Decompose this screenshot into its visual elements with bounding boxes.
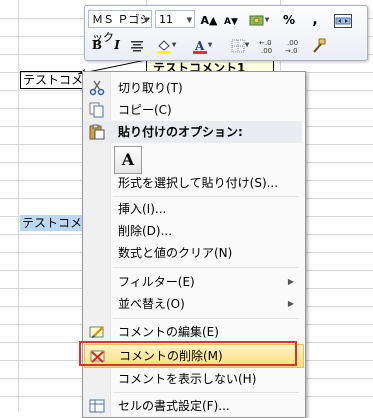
comma-style-button[interactable]: , — [305, 10, 325, 30]
menu-item-edit-comment[interactable]: コメントの編集(E) — [84, 321, 302, 343]
menu-item-format-cells[interactable]: セルの書式設定(F)... — [84, 395, 302, 417]
menu-item-label: コピー(C) — [118, 103, 172, 117]
menu-item-label: セルの書式設定(F)... — [118, 399, 230, 413]
menu-item-label: 挿入(I)... — [118, 202, 167, 216]
scissors-icon — [89, 80, 105, 96]
bold-icon: B — [91, 38, 103, 52]
currency-format-icon — [249, 15, 264, 25]
mini-toolbar: ＭＳ Ｐゴシック ▼ 11 ▼ A▲ A▼ ▼ % , B I ▼ A ▼ ▼ … — [84, 5, 368, 61]
menu-separator — [113, 196, 299, 197]
menu-item-filter[interactable]: フィルター(E) ▶ — [84, 271, 302, 293]
svg-text:.00: .00 — [261, 47, 272, 54]
chevron-down-icon: ▼ — [207, 41, 213, 49]
chevron-down-icon: ▼ — [143, 16, 149, 24]
menu-separator — [113, 267, 299, 268]
cell-comment-2[interactable]: テストコメント2 — [20, 215, 82, 231]
submenu-arrow-icon: ▶ — [287, 277, 294, 286]
paste-option-keep-text[interactable]: A — [114, 146, 142, 174]
paste-icon — [89, 124, 105, 140]
grow-font-button[interactable]: A▲ — [199, 10, 219, 30]
svg-text:.00: .00 — [287, 39, 298, 47]
svg-text:→.0: →.0 — [285, 47, 298, 54]
menu-separator — [113, 392, 299, 393]
menu-item-label: コメントの編集(E) — [118, 325, 219, 339]
menu-item-sort[interactable]: 並べ替え(O) ▶ — [84, 293, 302, 315]
font-size-select[interactable]: 11 ▼ — [155, 10, 195, 28]
font-color-icon: A — [192, 39, 207, 54]
menu-item-copy[interactable]: コピー(C) — [84, 99, 302, 121]
currency-format-button[interactable]: ▼ — [245, 10, 273, 30]
format-cells-icon — [89, 399, 105, 413]
format-painter-icon — [313, 38, 326, 53]
center-align-icon — [131, 40, 143, 51]
menu-item-label: 切り取り(T) — [118, 81, 183, 95]
borders-icon — [231, 39, 245, 52]
menu-item-clear-contents[interactable]: 数式と値のクリア(N) — [84, 242, 302, 264]
font-name-select[interactable]: ＭＳ Ｐゴシック ▼ — [88, 10, 152, 44]
menu-item-label: フィルター(E) — [118, 275, 195, 289]
menu-item-label: コメントの削除(M) — [119, 349, 223, 363]
bold-button[interactable]: B — [87, 35, 107, 55]
menu-item-hide-comment[interactable]: コメントを表示しない(H) — [84, 368, 302, 390]
shrink-font-icon: A▼ — [224, 17, 238, 27]
copy-icon — [89, 102, 104, 118]
chevron-down-icon: ▼ — [186, 16, 192, 24]
svg-text:←.0: ←.0 — [259, 39, 272, 47]
chevron-down-icon: ▼ — [244, 41, 250, 49]
svg-text:A: A — [194, 39, 205, 53]
gridline — [18, 0, 19, 411]
merge-center-button[interactable] — [333, 10, 353, 30]
menu-item-label: 形式を選択して貼り付け(S)... — [118, 176, 279, 190]
menu-separator — [113, 318, 299, 319]
center-align-button[interactable] — [127, 35, 147, 55]
percent-style-button[interactable]: % — [279, 10, 299, 30]
menu-item-label: 並べ替え(O) — [118, 297, 185, 311]
cell-comment-1[interactable]: テストコメント1 — [20, 71, 84, 89]
decrease-decimal-icon: .00 →.0 — [285, 39, 298, 55]
menu-item-delete[interactable]: 削除(D)... — [84, 220, 302, 242]
context-menu: 切り取り(T) コピー(C) 貼り付けのオプション: A 形式を選択して貼り付け… — [82, 71, 306, 418]
menu-item-paste-special[interactable]: 形式を選択して貼り付け(S)... — [84, 172, 302, 194]
decrease-decimal-button[interactable]: .00 →.0 — [283, 35, 307, 55]
cell-text: テストコメント2 — [22, 216, 82, 230]
chevron-down-icon: ▼ — [264, 16, 270, 24]
edit-comment-icon — [89, 326, 104, 338]
italic-button[interactable]: I — [107, 35, 127, 55]
delete-comment-icon — [90, 350, 105, 363]
menu-item-label: 貼り付けのオプション: — [118, 125, 243, 139]
menu-item-label: 削除(D)... — [118, 224, 173, 238]
comma-icon: , — [312, 12, 318, 28]
merge-center-icon — [334, 13, 352, 28]
increase-decimal-icon: ←.0 .00 — [259, 39, 272, 55]
italic-icon: I — [114, 38, 120, 52]
increase-decimal-button[interactable]: ←.0 .00 — [257, 35, 281, 55]
format-painter-button[interactable] — [309, 35, 329, 55]
submenu-arrow-icon: ▶ — [287, 299, 294, 308]
menu-item-delete-comment[interactable]: コメントの削除(M) — [84, 344, 304, 368]
font-color-button[interactable]: A ▼ — [187, 35, 217, 55]
cell-text: テストコメント1 — [23, 73, 84, 87]
percent-icon: % — [282, 13, 296, 27]
grow-font-icon: A▲ — [200, 14, 218, 27]
shrink-font-button[interactable]: A▼ — [221, 10, 241, 30]
font-size-value: 11 — [159, 13, 173, 26]
menu-header-paste-options: 貼り付けのオプション: — [84, 121, 302, 143]
fill-color-button[interactable]: ▼ — [151, 35, 181, 55]
menu-item-cut[interactable]: 切り取り(T) — [84, 77, 302, 99]
menu-item-label: コメントを表示しない(H) — [118, 372, 257, 386]
paste-option-label: A — [121, 150, 135, 169]
chevron-down-icon: ▼ — [171, 41, 177, 49]
menu-item-insert[interactable]: 挿入(I)... — [84, 198, 302, 220]
menu-item-label: 数式と値のクリア(N) — [118, 246, 233, 260]
fill-color-icon — [156, 39, 171, 54]
borders-button[interactable]: ▼ — [225, 35, 255, 55]
